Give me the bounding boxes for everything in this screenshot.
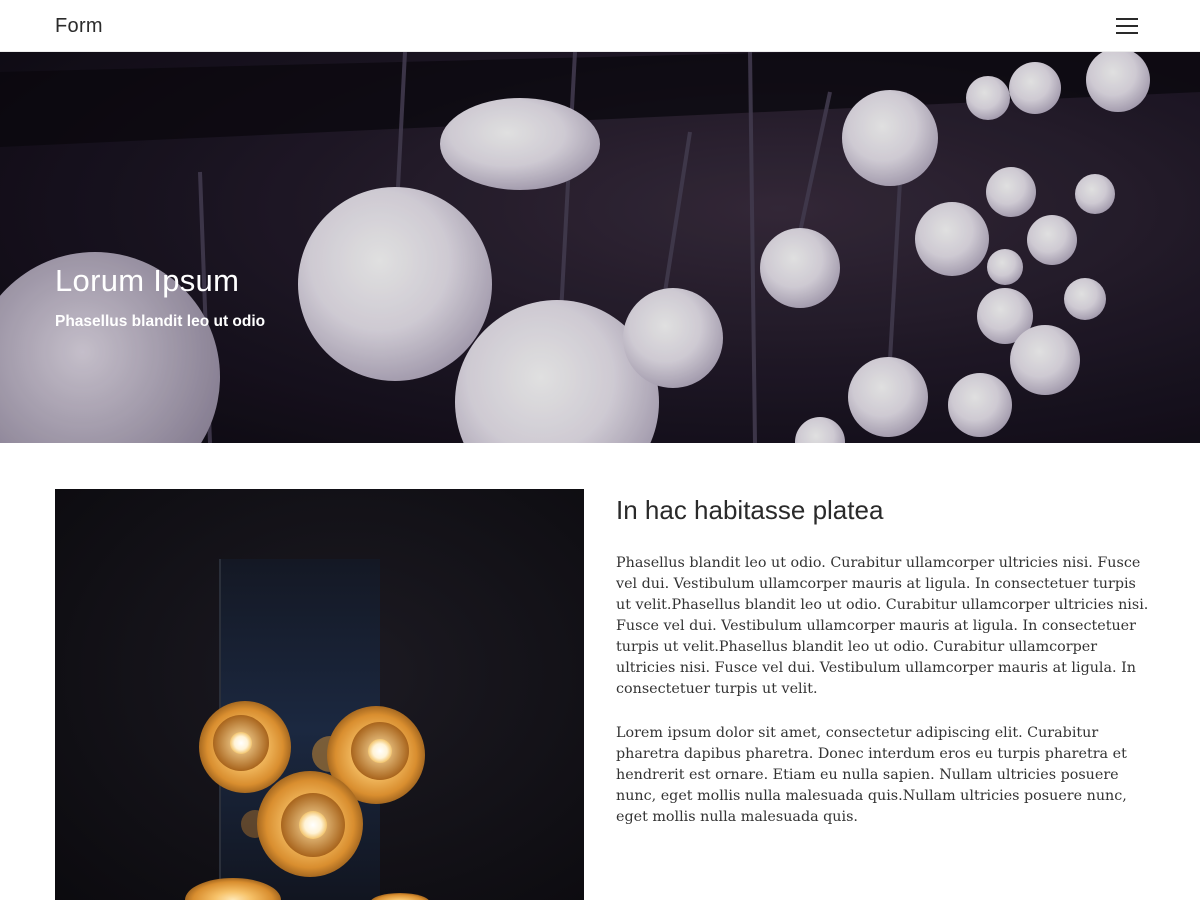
brand-logo[interactable]: Form — [55, 13, 103, 39]
top-navbar: Form — [0, 0, 1200, 52]
hamburger-menu-icon[interactable] — [1114, 14, 1140, 38]
article-section: In hac habitasse platea Phasellus blandi… — [616, 489, 1150, 828]
article-paragraph: Lorem ipsum dolor sit amet, consectetur … — [616, 725, 1127, 825]
hero-subtitle: Phasellus blandit leo ut odio — [55, 313, 266, 330]
article-heading: In hac habitasse platea — [616, 495, 884, 525]
hero-title: Lorum Ipsum — [55, 263, 240, 298]
hero-background-image — [0, 52, 1200, 443]
pendant-lamps-image — [55, 489, 584, 900]
article-paragraph: Phasellus blandit leo ut odio. Curabitur… — [616, 555, 1149, 697]
hero-banner: Lorum Ipsum Phasellus blandit leo ut odi… — [0, 52, 1200, 443]
